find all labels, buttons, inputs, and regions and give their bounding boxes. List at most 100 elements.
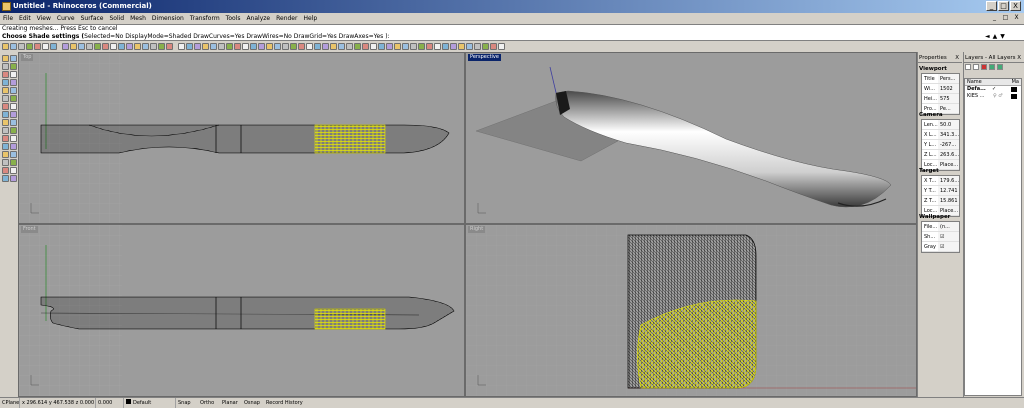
main-tool-icon[interactable] [2,111,9,118]
toolbar-tool-icon[interactable] [410,43,417,50]
prop-row[interactable]: Gray ☑ [922,242,959,252]
place-camera-button[interactable]: Place... [938,160,959,169]
menu-solid[interactable]: Solid [106,13,127,24]
prop-value[interactable]: 179.6... [938,176,959,185]
toolbar-tool-icon[interactable] [362,43,369,50]
main-tool-icon[interactable] [2,159,9,166]
prop-row[interactable]: Title Pers... [922,74,959,84]
prop-row[interactable]: Hei... 575 [922,94,959,104]
toolbar-tool-icon[interactable] [306,43,313,50]
prop-value[interactable]: Pers... [938,74,959,83]
viewport-label-front[interactable]: Front [21,226,38,233]
toolbar-tool-icon[interactable] [178,43,185,50]
command-options[interactable]: Selected=No DisplayMode=Shaded DrawCurve… [84,33,383,40]
main-tool-icon[interactable] [10,63,17,70]
toolbar-tool-icon[interactable] [110,43,117,50]
prop-row[interactable]: Sh... ☑ [922,232,959,242]
toolbar-tool-icon[interactable] [346,43,353,50]
toolbar-tool-icon[interactable] [282,43,289,50]
menu-view[interactable]: View [34,13,54,24]
main-tool-icon[interactable] [10,151,17,158]
prop-row[interactable]: X L... 341.3... [922,130,959,140]
menu-mesh[interactable]: Mesh [127,13,149,24]
toolbar-tool-icon[interactable] [150,43,157,50]
toolbar-tool-icon[interactable] [166,43,173,50]
toolbar-tool-icon[interactable] [70,43,77,50]
command-prompt[interactable]: Choose Shade settings (Selected=No Displ… [0,32,1024,41]
toolbar-tool-icon[interactable] [490,43,497,50]
toolbar-tool-icon[interactable] [426,43,433,50]
main-tool-icon[interactable] [10,143,17,150]
toolbar-tool-icon[interactable] [202,43,209,50]
toolbar-tool-icon[interactable] [330,43,337,50]
main-tool-icon[interactable] [10,95,17,102]
main-tool-icon[interactable] [10,175,17,182]
main-tool-icon[interactable] [2,151,9,158]
toolbar-tool-icon[interactable] [434,43,441,50]
menu-analyze[interactable]: Analyze [243,13,273,24]
mdi-close-button[interactable]: X [1012,14,1021,22]
delete-layer-icon[interactable] [981,64,987,70]
column-name[interactable]: Name [967,79,982,85]
layer-row-default[interactable]: Defa... ✓ [965,86,1021,93]
layer-current-icon[interactable]: ✓ [992,86,996,93]
rhino-app-icon[interactable] [2,2,11,11]
prop-row[interactable]: Z T... 15.861 [922,196,959,206]
toolbar-tool-icon[interactable] [194,43,201,50]
prop-row[interactable]: Len... 50.0 [922,120,959,130]
new-sublayer-icon[interactable] [973,64,979,70]
toolbar-tool-icon[interactable] [266,43,273,50]
main-tool-icon[interactable] [2,63,9,70]
move-layer-down-icon[interactable] [997,64,1003,70]
layer-visibility-icon[interactable]: ♀ ♂ [993,93,1003,100]
toolbar-tool-icon[interactable] [290,43,297,50]
main-tool-icon[interactable] [10,159,17,166]
main-tool-icon[interactable] [10,127,17,134]
properties-close-icon[interactable]: X [955,53,959,63]
toolbar-tool-icon[interactable] [466,43,473,50]
main-tool-icon[interactable] [2,143,9,150]
toolbar-tool-icon[interactable] [142,43,149,50]
toolbar-tool-icon[interactable] [482,43,489,50]
toolbar-tool-icon[interactable] [102,43,109,50]
prop-value[interactable]: -267... [938,140,959,149]
minimize-button[interactable]: _ [986,1,997,11]
toolbar-tool-icon[interactable] [450,43,457,50]
toolbar-tool-icon[interactable] [322,43,329,50]
toolbar-tool-icon[interactable] [2,43,9,50]
gray-wallpaper-checkbox[interactable]: ☑ [938,242,959,251]
toolbar-tool-icon[interactable] [126,43,133,50]
main-tool-icon[interactable] [10,87,17,94]
toolbar-tool-icon[interactable] [34,43,41,50]
viewport-right[interactable]: Right [465,224,917,397]
toolbar-tool-icon[interactable] [274,43,281,50]
main-tool-icon[interactable] [10,71,17,78]
toolbar-tool-icon[interactable] [210,43,217,50]
toolbar-tool-icon[interactable] [378,43,385,50]
viewport-label-perspective[interactable]: Perspective [468,54,501,61]
toolbar-tool-icon[interactable] [314,43,321,50]
move-layer-up-icon[interactable] [989,64,995,70]
menu-render[interactable]: Render [273,13,300,24]
toolbar-tool-icon[interactable] [354,43,361,50]
prop-value[interactable]: 1502 [938,84,959,93]
toolbar-tool-icon[interactable] [158,43,165,50]
toolbar-tool-icon[interactable] [298,43,305,50]
toolbar-tool-icon[interactable] [94,43,101,50]
toolbar-tool-icon[interactable] [250,43,257,50]
toolbar-tool-icon[interactable] [42,43,49,50]
menu-transform[interactable]: Transform [187,13,223,24]
prop-value[interactable]: (n... [938,222,959,231]
toolbar-tool-icon[interactable] [386,43,393,50]
main-tool-icon[interactable] [2,87,9,94]
prop-value[interactable]: 15.861 [938,196,959,205]
layer-color-swatch[interactable] [1011,87,1017,92]
new-layer-icon[interactable] [965,64,971,70]
menu-dimension[interactable]: Dimension [149,13,187,24]
toolbar-tool-icon[interactable] [442,43,449,50]
prop-row[interactable]: File... (n... [922,222,959,232]
toolbar-tool-icon[interactable] [134,43,141,50]
viewport-top[interactable]: Top [18,52,465,224]
viewport-label-right[interactable]: Right [468,226,486,233]
toolbar-tool-icon[interactable] [62,43,69,50]
